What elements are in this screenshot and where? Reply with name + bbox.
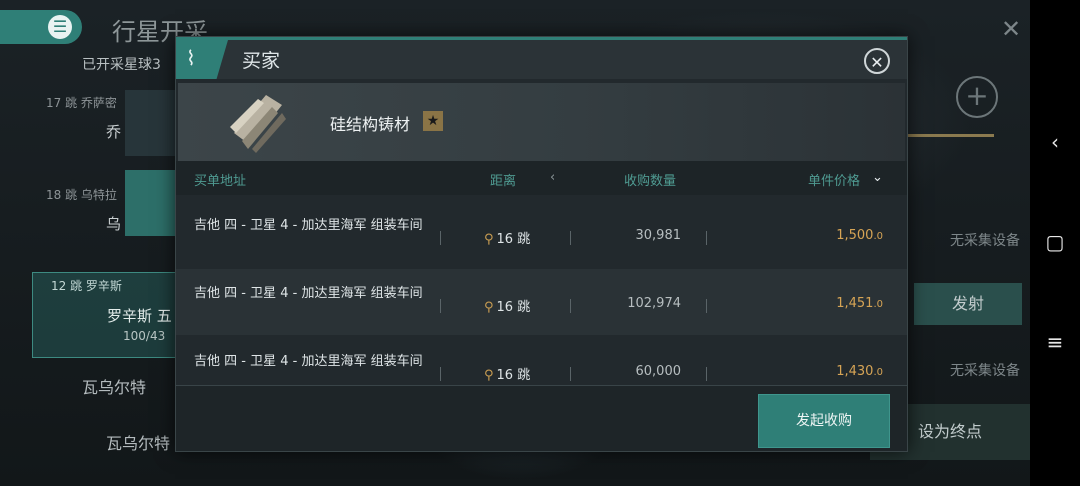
column-price[interactable]: 单件价格: [808, 170, 860, 189]
dialog-title: 买家: [242, 50, 281, 72]
no-device-label-2: 无采集设备: [950, 363, 1020, 379]
row-quantity: 30,981: [635, 228, 682, 243]
chevron-left-icon[interactable]: ‹: [550, 170, 555, 185]
no-device-label-1: 无采集设备: [950, 233, 1020, 249]
close-icon: ✕: [870, 53, 884, 72]
row-price: 1,500.0: [836, 228, 883, 243]
dialog-footer: 发起收购: [176, 385, 907, 451]
distance-value: 16 跳: [496, 300, 531, 315]
system-nav-bar: ‹ ▢ ≡: [1030, 0, 1080, 486]
mined-planets-label: 已开采星球3: [82, 57, 161, 73]
recents-icon[interactable]: ≡: [1030, 330, 1080, 354]
chart-tab[interactable]: ⌇: [176, 40, 228, 79]
divider: [440, 299, 441, 313]
dialog-header: ⌇ 买家 ✕: [176, 37, 907, 79]
tab-list[interactable]: [125, 170, 177, 236]
add-icon[interactable]: +: [956, 76, 998, 118]
column-location[interactable]: 买单地址: [194, 170, 246, 189]
price-decimal: .0: [873, 231, 883, 242]
table-row[interactable]: 吉他 四 - 卫星 4 - 加达里海军 组装车间 ⚲ 16 跳 30,981 1,…: [176, 201, 907, 267]
table-row[interactable]: 吉他 四 - 卫星 4 - 加达里海军 组装车间 ⚲ 16 跳 102,974 1…: [176, 269, 907, 335]
divider: [440, 231, 441, 245]
star-icon: ★: [423, 111, 443, 131]
entry-system: 罗辛斯: [85, 279, 122, 293]
table-row[interactable]: 吉他 四 - 卫星 4 - 加达里海军 组装车间 ⚲ 16 跳 60,000 1,…: [176, 337, 907, 383]
entry-name: 罗辛斯 五: [107, 307, 172, 325]
row-quantity: 102,974: [627, 296, 681, 311]
menu-icon: ☰: [48, 15, 72, 39]
price-value: 1,451: [836, 296, 874, 311]
entry-progress: 100/43: [123, 329, 166, 343]
row-price: 1,430.0: [836, 364, 883, 379]
price-value: 1,430: [836, 364, 874, 379]
entry-jumps: 18 跳: [46, 188, 78, 202]
price-decimal: .0: [873, 299, 883, 310]
location-pin-icon: ⚲: [484, 368, 494, 383]
distance-value: 16 跳: [496, 232, 531, 247]
chevron-down-icon[interactable]: ⌄: [872, 170, 883, 185]
price-decimal: .0: [873, 367, 883, 378]
row-quantity: 60,000: [635, 364, 682, 379]
tab-collect[interactable]: [125, 90, 177, 156]
home-icon[interactable]: ▢: [1030, 230, 1080, 254]
row-price: 1,451.0: [836, 296, 883, 311]
chart-icon: ⌇: [186, 46, 196, 70]
location-pin-icon: ⚲: [484, 232, 494, 247]
planet-entry-selected[interactable]: 12 跳 罗辛斯 罗辛斯 五 100/43: [32, 272, 182, 358]
item-name: 硅结构铸材: [330, 115, 411, 134]
divider: [570, 299, 571, 313]
price-value: 1,500: [836, 228, 874, 243]
distance-value: 16 跳: [496, 368, 531, 383]
row-distance: ⚲ 16 跳: [484, 364, 530, 383]
location-pin-icon: ⚲: [484, 300, 494, 315]
entry-jumps: 12 跳: [51, 279, 83, 293]
row-location: 吉他 四 - 卫星 4 - 加达里海军 组装车间: [194, 218, 423, 233]
close-button[interactable]: ✕: [864, 48, 890, 74]
row-location: 吉他 四 - 卫星 4 - 加达里海军 组装车间: [194, 286, 423, 301]
table-header: 买单地址 距离 ‹ 收购数量 单件价格 ⌄: [176, 161, 907, 195]
entry-jumps: 17 跳: [46, 96, 78, 110]
divider: [570, 231, 571, 245]
divider: [570, 367, 571, 381]
divider: [440, 367, 441, 381]
entry-system: 乌特拉: [80, 188, 117, 202]
divider: [706, 299, 707, 313]
launch-button[interactable]: 发射: [914, 283, 1022, 325]
buyer-list: 吉他 四 - 卫星 4 - 加达里海军 组装车间 ⚲ 16 跳 30,981 1,…: [176, 195, 907, 383]
divider: [706, 367, 707, 381]
menu-button[interactable]: ☰: [0, 10, 82, 44]
item-image: [230, 95, 286, 153]
divider: [706, 231, 707, 245]
row-distance: ⚲ 16 跳: [484, 228, 530, 247]
back-icon[interactable]: ‹: [1030, 130, 1080, 154]
column-quantity[interactable]: 收购数量: [624, 170, 676, 189]
row-location: 吉他 四 - 卫星 4 - 加达里海军 组装车间: [194, 354, 423, 369]
item-bar: 硅结构铸材 ★: [178, 83, 905, 161]
initiate-purchase-button[interactable]: 发起收购: [758, 394, 890, 448]
buyers-dialog: ⌇ 买家 ✕ 硅结构铸材 ★ 买单地址 距离 ‹ 收购数量 单件价格 ⌄ 吉他 …: [175, 36, 908, 452]
entry-system: 乔萨密: [80, 96, 117, 110]
column-distance[interactable]: 距离: [490, 170, 516, 189]
progress-line: [906, 134, 994, 137]
background-close-icon[interactable]: ✕: [996, 14, 1026, 44]
row-distance: ⚲ 16 跳: [484, 296, 530, 315]
